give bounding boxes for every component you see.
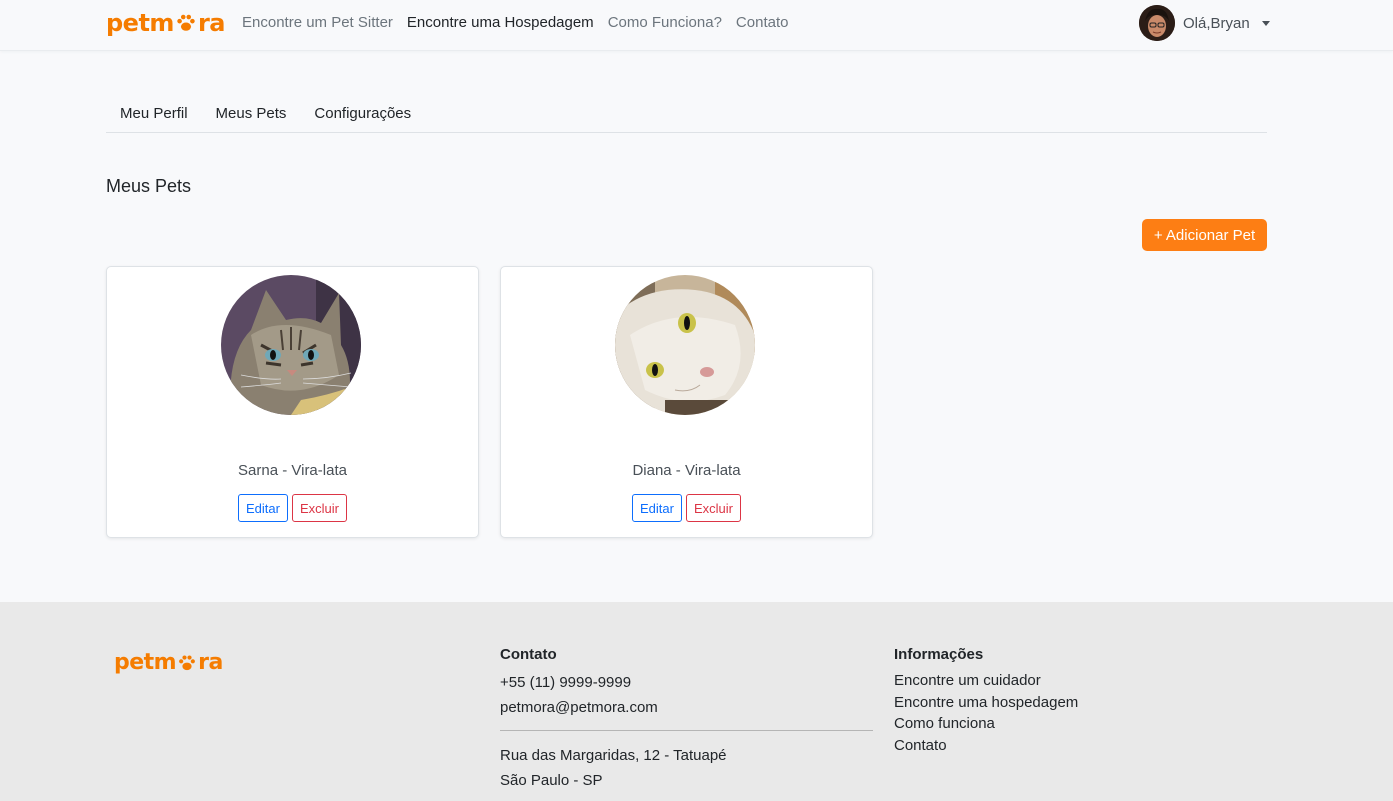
nav-links: Encontre um Pet Sitter Encontre uma Hosp… (242, 14, 788, 31)
footer-link-cuidador[interactable]: Encontre um cuidador (894, 670, 1078, 692)
caret-down-icon (1261, 20, 1270, 26)
footer-link-contato[interactable]: Contato (894, 735, 1078, 757)
delete-pet-button[interactable]: Excluir (291, 494, 347, 522)
footer-address-line2: São Paulo - SP (500, 772, 603, 789)
user-greeting: Olá,Bryan (1183, 14, 1250, 32)
footer-contact-title: Contato (500, 646, 557, 663)
section-title: Meus Pets (106, 176, 192, 196)
brand-logo[interactable]: petm ra (106, 9, 225, 37)
footer-info-links: Encontre um cuidador Encontre uma hosped… (894, 670, 1078, 756)
footer-address-line1: Rua das Margaridas, 12 - Tatuapé (500, 747, 727, 764)
footer-phone: +55 (11) 9999-9999 (500, 674, 632, 691)
pet-name: Sarna - Vira-lata (238, 462, 347, 479)
footer-divider (500, 730, 873, 731)
nav-link-hospedagem[interactable]: Encontre uma Hospedagem (407, 14, 594, 31)
pet-card: Sarna - Vira-lata Editar Excluir (106, 266, 479, 538)
navbar: petm ra Encontre um Pet Sitter Encontre … (0, 0, 1393, 51)
tab-configuracoes[interactable]: Configurações (300, 96, 425, 132)
pet-card: Diana - Vira-lata Editar Excluir (500, 266, 873, 538)
pet-photo (615, 275, 755, 415)
nav-link-como-funciona[interactable]: Como Funciona? (608, 14, 722, 31)
add-pet-button[interactable]: + Adicionar Pet (1142, 219, 1267, 251)
tab-meus-pets[interactable]: Meus Pets (202, 96, 301, 132)
footer-link-como-funciona[interactable]: Como funciona (894, 713, 1078, 735)
user-menu[interactable]: Olá,Bryan (1139, 5, 1270, 41)
pet-card-actions: Editar Excluir (501, 494, 872, 522)
footer-info: Informações Encontre um cuidador Encontr… (894, 646, 1078, 756)
user-avatar (1139, 5, 1175, 41)
profile-tabs: Meu Perfil Meus Pets Configurações (106, 96, 1267, 133)
paw-icon (177, 14, 195, 31)
paw-icon (179, 655, 196, 670)
footer: petm ra Contato +55 (11) 9999-9999 petmo… (0, 602, 1393, 801)
brand-text-end: ra (198, 650, 223, 675)
brand-text-start: petm (106, 9, 174, 37)
nav-link-pet-sitter[interactable]: Encontre um Pet Sitter (242, 14, 393, 31)
edit-pet-button[interactable]: Editar (238, 494, 288, 522)
tab-meu-perfil[interactable]: Meu Perfil (106, 96, 202, 132)
nav-link-contato[interactable]: Contato (736, 14, 789, 31)
footer-email: petmora@petmora.com (500, 699, 658, 716)
footer-info-title: Informações (894, 646, 984, 663)
pet-name: Diana - Vira-lata (632, 462, 741, 479)
pet-photo (221, 275, 361, 415)
footer-link-hospedagem[interactable]: Encontre uma hospedagem (894, 692, 1078, 714)
footer-contact: Contato +55 (11) 9999-9999 petmora@petmo… (500, 646, 873, 793)
brand-text-end: ra (197, 9, 226, 37)
edit-pet-button[interactable]: Editar (632, 494, 682, 522)
delete-pet-button[interactable]: Excluir (685, 494, 741, 522)
brand-text-start: petm (114, 650, 177, 675)
footer-logo[interactable]: petm ra (114, 650, 223, 675)
pet-card-actions: Editar Excluir (107, 494, 478, 522)
